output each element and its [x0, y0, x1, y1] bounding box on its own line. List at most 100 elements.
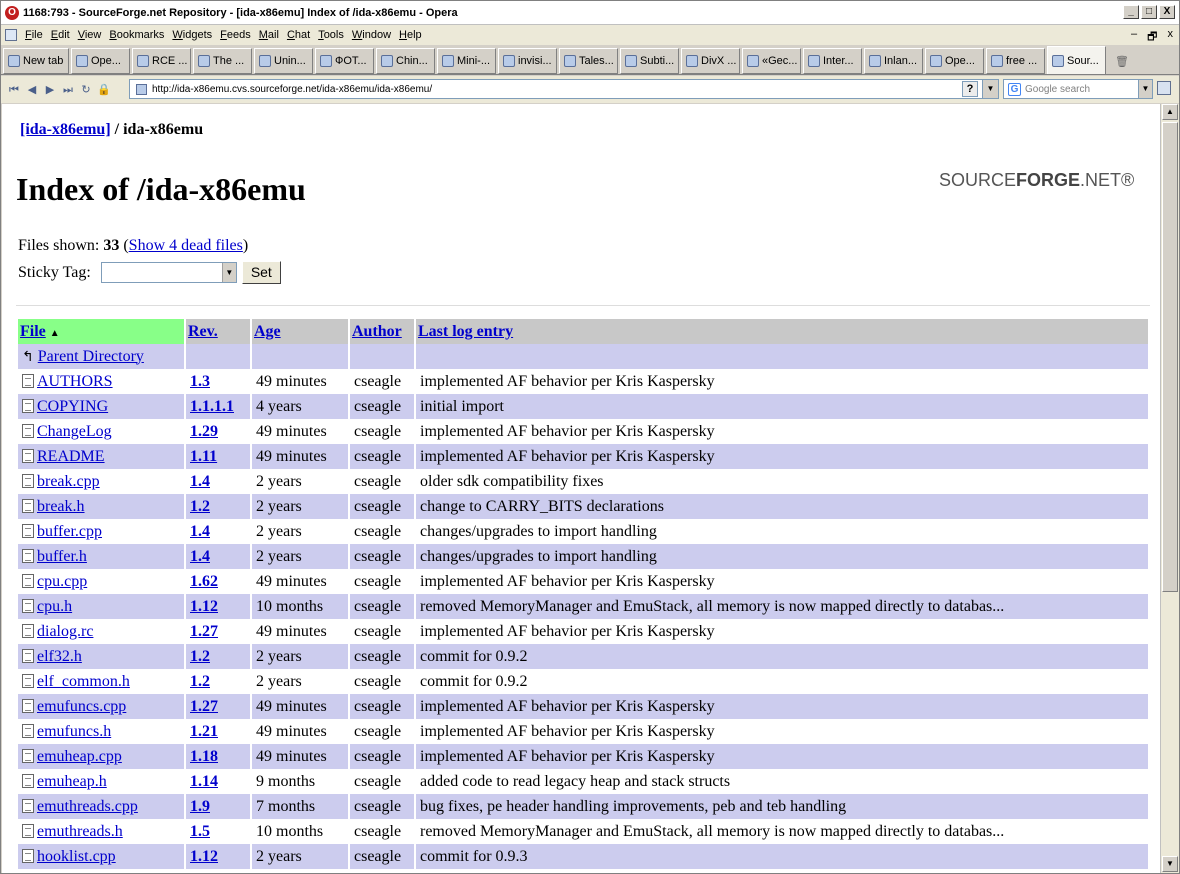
file-link[interactable]: hooklist.cpp: [37, 848, 116, 865]
tab[interactable]: «Gec...: [742, 48, 801, 74]
revision-link[interactable]: 1.27: [190, 698, 218, 715]
menu-window[interactable]: Window: [348, 29, 395, 41]
column-header-file[interactable]: File ▲: [18, 319, 184, 344]
file-link[interactable]: emuheap.h: [37, 773, 107, 790]
close-button[interactable]: X: [1159, 5, 1175, 19]
tab-active[interactable]: Sour...: [1047, 46, 1106, 74]
column-header-age[interactable]: Age: [252, 319, 348, 344]
scroll-down-icon[interactable]: ▼: [1162, 856, 1178, 872]
tab[interactable]: DivX ...: [681, 48, 740, 74]
tab[interactable]: RCE ...: [132, 48, 191, 74]
parent-directory-link[interactable]: Parent Directory: [38, 348, 144, 365]
file-link[interactable]: emuheap.cpp: [37, 748, 122, 765]
file-link[interactable]: emuthreads.h: [37, 823, 123, 840]
show-dead-files-link[interactable]: Show 4 dead files: [129, 237, 243, 254]
file-link[interactable]: emufuncs.h: [37, 723, 111, 740]
tab[interactable]: Inter...: [803, 48, 862, 74]
menu-bookmarks[interactable]: Bookmarks: [105, 29, 168, 41]
file-link[interactable]: buffer.cpp: [37, 523, 102, 540]
revision-link[interactable]: 1.18: [190, 748, 218, 765]
search-dropdown-icon[interactable]: ▼: [1138, 80, 1152, 98]
vertical-scrollbar[interactable]: ▲ ▼: [1160, 104, 1179, 873]
tab[interactable]: invisi...: [498, 48, 557, 74]
file-link[interactable]: elf32.h: [37, 648, 82, 665]
trash-icon[interactable]: 🗑: [1108, 48, 1136, 74]
menu-chat[interactable]: Chat: [283, 29, 314, 41]
revision-link[interactable]: 1.11: [190, 448, 217, 465]
column-header-log[interactable]: Last log entry: [416, 319, 1148, 344]
back-icon[interactable]: ◀: [23, 81, 41, 99]
sticky-tag-select[interactable]: ▼: [100, 262, 237, 283]
revision-link[interactable]: 1.12: [190, 848, 218, 865]
fast-forward-icon[interactable]: ⏭: [59, 81, 77, 99]
tab[interactable]: Unin...: [254, 48, 313, 74]
author-cell: cseagle: [350, 719, 414, 744]
file-link[interactable]: buffer.h: [37, 548, 87, 565]
revision-link[interactable]: 1.62: [190, 573, 218, 590]
tab[interactable]: The ...: [193, 48, 252, 74]
file-link[interactable]: break.cpp: [37, 473, 100, 490]
set-button[interactable]: Set: [241, 261, 281, 284]
address-field[interactable]: http://ida-x86emu.cvs.sourceforge.net/id…: [129, 79, 999, 99]
tab[interactable]: Inlan...: [864, 48, 923, 74]
revision-link[interactable]: 1.14: [190, 773, 218, 790]
column-header-author[interactable]: Author: [350, 319, 414, 344]
file-link[interactable]: cpu.cpp: [37, 573, 87, 590]
forward-icon[interactable]: ▶: [41, 81, 59, 99]
file-link[interactable]: elf_common.h: [37, 673, 130, 690]
revision-link[interactable]: 1.12: [190, 598, 218, 615]
file-link[interactable]: AUTHORS: [37, 373, 113, 390]
file-link[interactable]: emufuncs.cpp: [37, 698, 126, 715]
tab[interactable]: free ...: [986, 48, 1045, 74]
revision-link[interactable]: 1.3: [190, 373, 210, 390]
revision-link[interactable]: 1.2: [190, 673, 210, 690]
revision-link[interactable]: 1.27: [190, 623, 218, 640]
site-info-button[interactable]: ?: [962, 81, 978, 97]
tab-new[interactable]: New tab: [3, 48, 69, 74]
menu-mail[interactable]: Mail: [255, 29, 283, 41]
menu-help[interactable]: Help: [395, 29, 426, 41]
menu-feeds[interactable]: Feeds: [216, 29, 255, 41]
revision-link[interactable]: 1.5: [190, 823, 210, 840]
file-link[interactable]: COPYING: [37, 398, 108, 415]
file-link[interactable]: ChangeLog: [37, 423, 112, 440]
menu-edit[interactable]: Edit: [47, 29, 74, 41]
tab[interactable]: Subti...: [620, 48, 679, 74]
breadcrumb-root-link[interactable]: [ida-x86emu]: [20, 121, 111, 138]
column-header-rev[interactable]: Rev.: [186, 319, 250, 344]
revision-link[interactable]: 1.4: [190, 548, 210, 565]
scroll-up-icon[interactable]: ▲: [1162, 104, 1178, 120]
menu-widgets[interactable]: Widgets: [168, 29, 216, 41]
file-link[interactable]: break.h: [37, 498, 85, 515]
file-link[interactable]: README: [37, 448, 105, 465]
address-dropdown-icon[interactable]: ▼: [982, 80, 998, 98]
revision-link[interactable]: 1.2: [190, 648, 210, 665]
rewind-icon[interactable]: ⏮: [5, 81, 23, 99]
maximize-button[interactable]: □: [1141, 5, 1157, 19]
tab[interactable]: ФОТ...: [315, 48, 374, 74]
tab[interactable]: Ope...: [71, 48, 130, 74]
search-field[interactable]: G Google search ▼: [1003, 79, 1153, 99]
scrollbar-thumb[interactable]: [1162, 122, 1178, 592]
panel-toggle-icon[interactable]: [1157, 81, 1171, 95]
file-link[interactable]: emuthreads.cpp: [37, 798, 138, 815]
revision-link[interactable]: 1.2: [190, 498, 210, 515]
menu-tools[interactable]: Tools: [314, 29, 348, 41]
revision-link[interactable]: 1.21: [190, 723, 218, 740]
minimize-button[interactable]: _: [1123, 5, 1139, 19]
revision-link[interactable]: 1.29: [190, 423, 218, 440]
menu-view[interactable]: View: [74, 29, 106, 41]
file-link[interactable]: dialog.rc: [37, 623, 93, 640]
revision-link[interactable]: 1.1.1.1: [190, 398, 234, 415]
tab[interactable]: Ope...: [925, 48, 984, 74]
tab[interactable]: Chin...: [376, 48, 435, 74]
revision-link[interactable]: 1.9: [190, 798, 210, 815]
reload-icon[interactable]: ↻: [77, 81, 95, 99]
tab[interactable]: Mini-...: [437, 48, 496, 74]
menu-file[interactable]: File: [21, 29, 47, 41]
revision-link[interactable]: 1.4: [190, 523, 210, 540]
file-link[interactable]: cpu.h: [37, 598, 72, 615]
revision-link[interactable]: 1.4: [190, 473, 210, 490]
sourceforge-logo[interactable]: SOURCEFORGE.NET®: [939, 170, 1134, 191]
tab[interactable]: Tales...: [559, 48, 618, 74]
